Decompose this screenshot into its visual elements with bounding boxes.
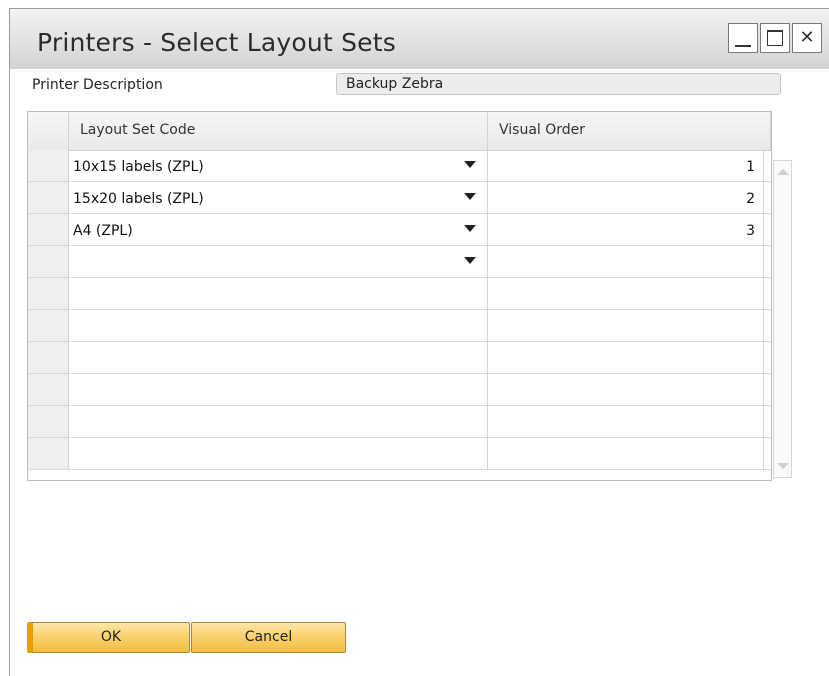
visual-order-cell[interactable]: [488, 406, 764, 437]
scroll-up-icon[interactable]: [777, 169, 789, 175]
row-header-corner: [28, 112, 69, 150]
row-header[interactable]: [28, 342, 69, 373]
layout-set-code-cell[interactable]: [69, 246, 488, 277]
visual-order-cell[interactable]: [488, 246, 764, 277]
dropdown-arrow-icon[interactable]: [464, 225, 476, 232]
table-row[interactable]: [28, 310, 771, 342]
visual-order-cell[interactable]: [488, 278, 764, 309]
table-row[interactable]: [28, 438, 771, 470]
window-controls: ✕: [726, 23, 822, 53]
grid-header: Layout Set Code Visual Order: [28, 112, 771, 151]
close-icon: ✕: [799, 27, 815, 48]
visual-order-cell[interactable]: 2: [488, 182, 764, 213]
row-header[interactable]: [28, 246, 69, 277]
table-row[interactable]: [28, 406, 771, 438]
column-header-visual-order[interactable]: Visual Order: [488, 112, 771, 150]
close-button[interactable]: ✕: [792, 23, 822, 53]
table-row[interactable]: [28, 278, 771, 310]
row-header[interactable]: [28, 374, 69, 405]
maximize-icon: [767, 30, 783, 46]
layout-set-code-cell[interactable]: [69, 406, 488, 437]
layout-sets-grid: Layout Set Code Visual Order 10x15 label…: [27, 111, 772, 481]
dropdown-arrow-icon[interactable]: [464, 257, 476, 264]
table-row[interactable]: 15x20 labels (ZPL) 2: [28, 182, 771, 214]
table-row[interactable]: 10x15 labels (ZPL) 1: [28, 150, 771, 182]
table-row[interactable]: [28, 246, 771, 278]
scroll-down-icon[interactable]: [777, 463, 789, 469]
cancel-button[interactable]: Cancel: [191, 622, 346, 653]
printer-description-label: Printer Description: [32, 77, 163, 93]
column-header-layout-set-code[interactable]: Layout Set Code: [69, 112, 488, 150]
row-header[interactable]: [28, 182, 69, 213]
row-header[interactable]: [28, 214, 69, 245]
dropdown-arrow-icon[interactable]: [464, 193, 476, 200]
layout-set-code-cell[interactable]: 10x15 labels (ZPL): [69, 150, 488, 181]
visual-order-cell[interactable]: [488, 342, 764, 373]
visual-order-cell[interactable]: 3: [488, 214, 764, 245]
minimize-button[interactable]: [728, 23, 758, 53]
minimize-icon: [735, 45, 751, 47]
ok-button[interactable]: OK: [27, 622, 190, 653]
table-row[interactable]: [28, 342, 771, 374]
layout-set-code-cell[interactable]: [69, 310, 488, 341]
layout-set-code-value: 10x15 labels (ZPL): [73, 159, 204, 175]
layout-set-code-value: 15x20 labels (ZPL): [73, 191, 204, 207]
layout-set-code-cell[interactable]: A4 (ZPL): [69, 214, 488, 245]
layout-set-code-cell[interactable]: [69, 374, 488, 405]
window-title: Printers - Select Layout Sets: [37, 28, 396, 57]
table-row[interactable]: [28, 374, 771, 406]
visual-order-cell[interactable]: 1: [488, 150, 764, 181]
layout-set-code-cell[interactable]: 15x20 labels (ZPL): [69, 182, 488, 213]
row-header[interactable]: [28, 278, 69, 309]
grid-scrollbar[interactable]: [773, 160, 792, 478]
layout-set-code-cell[interactable]: [69, 342, 488, 373]
row-header[interactable]: [28, 150, 69, 181]
layout-set-code-cell[interactable]: [69, 438, 488, 469]
title-bar[interactable]: Printers - Select Layout Sets ✕: [10, 9, 829, 69]
grid-body: 10x15 labels (ZPL) 1 15x20 labels (ZPL) 2 A4…: [28, 150, 771, 470]
visual-order-cell[interactable]: [488, 310, 764, 341]
visual-order-cell[interactable]: [488, 438, 764, 469]
row-header[interactable]: [28, 406, 69, 437]
layout-set-code-cell[interactable]: [69, 278, 488, 309]
printer-description-field: Backup Zebra: [336, 73, 781, 95]
dropdown-arrow-icon[interactable]: [464, 161, 476, 168]
maximize-button[interactable]: [760, 23, 790, 53]
layout-set-code-value: A4 (ZPL): [73, 223, 133, 239]
row-header[interactable]: [28, 310, 69, 341]
row-header[interactable]: [28, 438, 69, 469]
visual-order-cell[interactable]: [488, 374, 764, 405]
table-row[interactable]: A4 (ZPL) 3: [28, 214, 771, 246]
